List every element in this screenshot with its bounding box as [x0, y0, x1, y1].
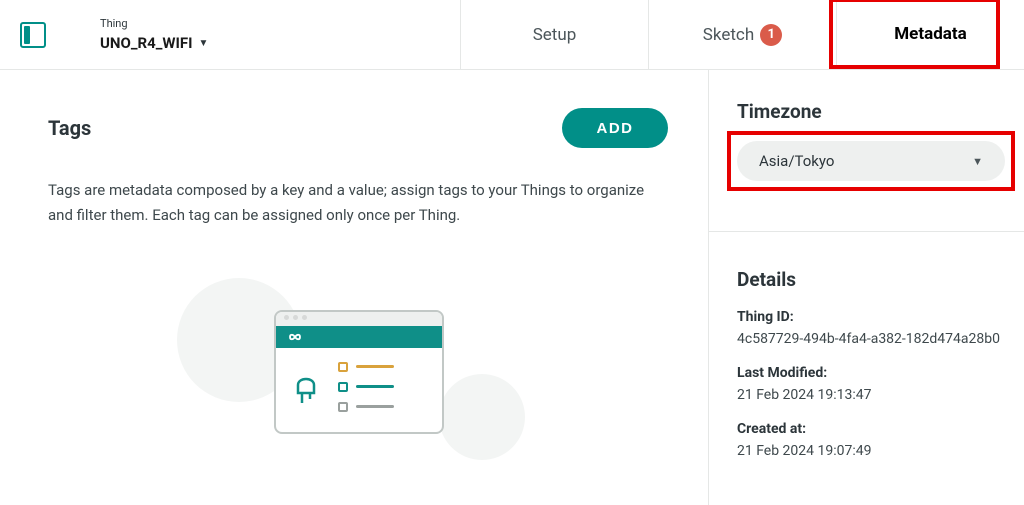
thing-id-value: 4c587729-494b-4fa4-a382-182d474a28b0 [737, 331, 1004, 347]
timezone-value: Asia/Tokyo [759, 152, 834, 170]
tab-setup[interactable]: Setup [460, 0, 648, 69]
last-modified-label: Last Modified: [737, 365, 1004, 381]
thing-id-label: Thing ID: [737, 309, 1004, 325]
tab-metadata[interactable]: Metadata [836, 0, 1024, 69]
created-at-label: Created at: [737, 421, 1004, 437]
illustration-card [274, 310, 444, 434]
tags-heading: Tags [48, 116, 91, 140]
main-panel: Tags ADD Tags are metadata composed by a… [0, 70, 708, 505]
details-heading: Details [737, 268, 1004, 291]
thing-label: Thing [100, 17, 208, 30]
timezone-select[interactable]: Asia/Tokyo ▼ [737, 141, 1005, 181]
tabs: Setup Sketch 1 Metadata [460, 0, 1024, 69]
timezone-heading: Timezone [737, 100, 1004, 123]
tab-sketch[interactable]: Sketch 1 [648, 0, 836, 69]
tags-description: Tags are metadata composed by a key and … [48, 178, 668, 228]
divider [709, 231, 1024, 232]
side-panel: Timezone Asia/Tokyo ▼ Details Thing ID: … [708, 70, 1024, 505]
topbar: Thing UNO_R4_WIFI ▼ Setup Sketch 1 Metad… [0, 0, 1024, 70]
tags-header: Tags ADD [48, 108, 668, 148]
thing-name[interactable]: UNO_R4_WIFI ▼ [100, 34, 208, 52]
topbar-left: Thing UNO_R4_WIFI ▼ [0, 0, 460, 69]
highlight-timezone: Asia/Tokyo ▼ [727, 131, 1015, 191]
led-icon [292, 369, 320, 405]
infinity-icon [286, 331, 306, 343]
sidebar-toggle-icon[interactable] [20, 22, 46, 48]
chevron-down-icon: ▼ [199, 38, 209, 49]
tags-illustration [237, 310, 481, 434]
thing-selector[interactable]: Thing UNO_R4_WIFI ▼ [100, 17, 208, 52]
content-body: Tags ADD Tags are metadata composed by a… [0, 70, 1024, 505]
chevron-down-icon: ▼ [972, 155, 983, 168]
add-button[interactable]: ADD [562, 108, 668, 148]
sketch-badge: 1 [760, 24, 782, 46]
last-modified-value: 21 Feb 2024 19:13:47 [737, 387, 1004, 403]
created-at-value: 21 Feb 2024 19:07:49 [737, 443, 1004, 459]
